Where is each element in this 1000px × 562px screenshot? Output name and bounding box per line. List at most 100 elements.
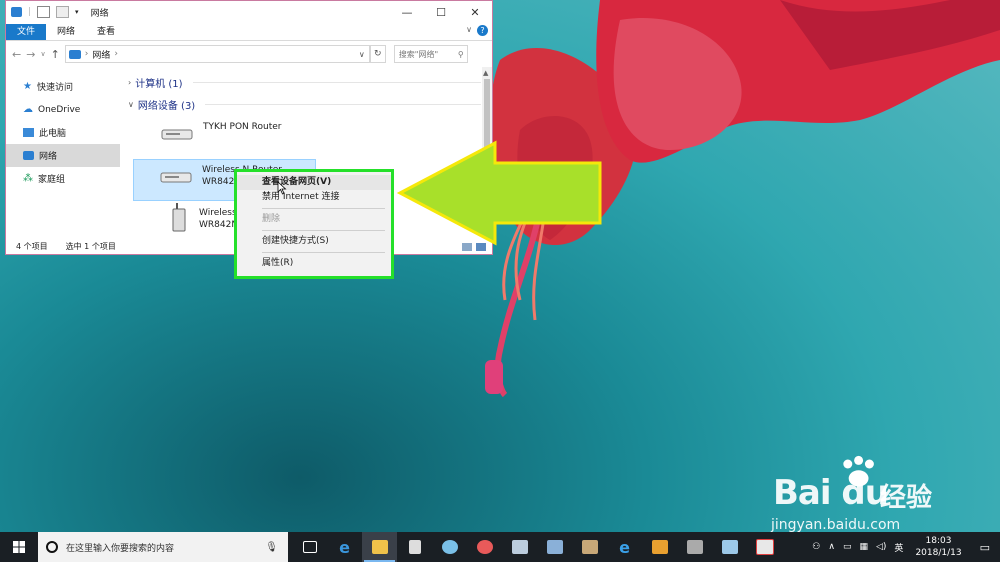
tab-view[interactable]: 查看 — [86, 24, 126, 40]
group-divider — [205, 103, 481, 105]
taskbar-app-11[interactable] — [677, 532, 712, 562]
sidebar-item-onedrive[interactable]: ☁ OneDrive — [6, 98, 120, 121]
annotation-arrow-icon — [396, 140, 602, 246]
tab-file[interactable]: 文件 — [6, 24, 47, 40]
scroll-up-icon[interactable]: ▲ — [483, 69, 488, 77]
taskbar-app-5[interactable] — [467, 532, 502, 562]
sidebar-item-quick-access[interactable]: ★ 快速访问 — [6, 75, 120, 98]
taskbar-calculator[interactable] — [397, 532, 432, 562]
refresh-button[interactable]: ↻ — [369, 45, 386, 63]
address-bar-row: ← → ∨ ↑ › 网络 › ∨ ↻ 搜索"网络" ⚲ — [6, 41, 492, 67]
device-item-tykh-router[interactable]: TYKH PON Router — [135, 117, 315, 157]
window-controls: — ☐ ✕ — [390, 1, 492, 23]
sidebar-item-label: 网络 — [39, 152, 58, 162]
watermark-cn: 经验 — [880, 483, 933, 513]
menu-separator — [262, 208, 385, 209]
router-icon — [160, 172, 192, 183]
search-icon: ⚲ — [457, 49, 464, 59]
breadcrumb-network[interactable]: 网络 — [92, 48, 110, 61]
task-view-icon — [302, 541, 317, 553]
breadcrumb-separator-icon[interactable]: › — [114, 49, 118, 59]
watermark-url: jingyan.baidu.com — [771, 517, 901, 533]
group-divider — [192, 81, 481, 83]
sidebar-item-network[interactable]: 网络 — [6, 144, 120, 167]
help-icon[interactable]: ? — [477, 25, 488, 36]
selected-count: 选中 1 个项目 — [65, 241, 116, 251]
task-view-button[interactable] — [292, 532, 327, 562]
maximize-button[interactable]: ☐ — [424, 1, 458, 23]
menu-item-view-device-webpage[interactable]: 查看设备网页(V) — [237, 175, 391, 190]
title-bar[interactable]: | ▾ 网络 — ☐ ✕ — [6, 1, 492, 23]
address-bar[interactable]: › 网络 › ∨ — [64, 45, 370, 63]
tab-network[interactable]: 网络 — [46, 24, 86, 40]
app-icon — [546, 540, 563, 554]
group-header-network-devices[interactable]: ∨ 网络设备 (3) — [126, 93, 481, 115]
up-icon[interactable]: ↑ — [51, 48, 60, 61]
taskbar-app-7[interactable] — [537, 532, 572, 562]
microphone-icon[interactable]: 🎙 — [265, 542, 278, 553]
volume-icon[interactable]: ◁) — [872, 542, 890, 552]
app-icon — [721, 540, 738, 554]
taskbar-search-input[interactable]: 在这里输入你要搜索的内容 🎙 — [38, 532, 288, 562]
app-icon — [581, 540, 598, 554]
taskbar-app-8[interactable] — [572, 532, 607, 562]
quick-access-toolbar: | ▾ — [6, 6, 79, 18]
taskbar-app-13[interactable] — [747, 532, 782, 562]
taskbar-file-explorer[interactable] — [362, 532, 397, 562]
router-icon — [161, 129, 193, 140]
taskbar-paint[interactable] — [432, 532, 467, 562]
baidu-watermark: Bai du 经验 jingyan.baidu.com — [765, 455, 990, 535]
taskbar-media[interactable] — [642, 532, 677, 562]
new-folder-icon[interactable] — [56, 6, 70, 18]
minimize-button[interactable]: — — [390, 1, 424, 23]
cloud-icon: ☁ — [23, 104, 33, 115]
sidebar-item-label: OneDrive — [38, 104, 81, 115]
paint-icon — [441, 540, 458, 554]
close-button[interactable]: ✕ — [458, 1, 492, 23]
clock-time: 18:03 — [925, 536, 952, 546]
network-tray-icon[interactable]: ▦ — [855, 542, 872, 552]
expand-ribbon-icon[interactable]: ∨ — [466, 25, 472, 34]
properties-icon[interactable] — [37, 6, 51, 18]
taskbar-app-12[interactable] — [712, 532, 747, 562]
clock-date: 2018/1/13 — [915, 548, 962, 558]
clock[interactable]: 18:03 2018/1/13 — [907, 535, 969, 559]
item-count: 4 个项目 — [16, 241, 48, 251]
sidebar-item-homegroup[interactable]: ⁂ 家庭组 — [6, 167, 120, 190]
device-label: TYKH PON Router — [203, 121, 281, 133]
menu-item-delete: 删除 — [262, 214, 281, 224]
device-label: Wireless WR842N — [199, 207, 238, 231]
battery-icon[interactable]: ▭ — [839, 542, 856, 552]
people-icon[interactable]: ⚇ — [808, 542, 824, 552]
customize-toolbar-icon[interactable]: ▾ — [75, 8, 79, 16]
window-title: 网络 — [90, 8, 109, 19]
forward-icon[interactable]: → — [26, 48, 35, 61]
homegroup-icon: ⁂ — [23, 173, 33, 184]
taskbar-app-6[interactable] — [502, 532, 537, 562]
taskbar-edge[interactable]: e — [327, 532, 362, 562]
menu-item-create-shortcut[interactable]: 创建快捷方式(S) — [237, 234, 391, 249]
sidebar-item-this-pc[interactable]: 此电脑 — [6, 121, 120, 144]
search-input[interactable]: 搜索"网络" ⚲ — [393, 45, 468, 63]
menu-item-disable-internet[interactable]: 禁用 Internet 连接 — [237, 190, 391, 205]
taskbar-ie[interactable]: e — [607, 532, 642, 562]
input-language[interactable]: 英 — [890, 541, 907, 554]
watermark-brand: Bai du — [773, 473, 889, 513]
back-icon[interactable]: ← — [12, 48, 21, 61]
calculator-icon — [408, 540, 421, 554]
chevron-down-icon: ∨ — [128, 99, 134, 109]
menu-item-properties[interactable]: 属性(R) — [237, 256, 391, 271]
edge-icon: e — [339, 537, 350, 557]
recent-locations-icon[interactable]: ∨ — [40, 50, 45, 58]
network-icon — [68, 49, 81, 59]
show-hidden-icons-icon[interactable]: ∧ — [824, 542, 839, 552]
app-icon — [686, 540, 703, 554]
start-button[interactable] — [0, 532, 38, 562]
network-folder-icon — [11, 7, 22, 17]
group-header-computers[interactable]: › 计算机 (1) — [126, 71, 481, 93]
address-dropdown-icon[interactable]: ∨ — [359, 50, 365, 59]
mouse-cursor-icon — [277, 181, 287, 195]
computer-icon — [23, 128, 34, 137]
action-center-icon[interactable]: ▭ — [970, 541, 1000, 554]
folder-icon — [371, 540, 388, 554]
